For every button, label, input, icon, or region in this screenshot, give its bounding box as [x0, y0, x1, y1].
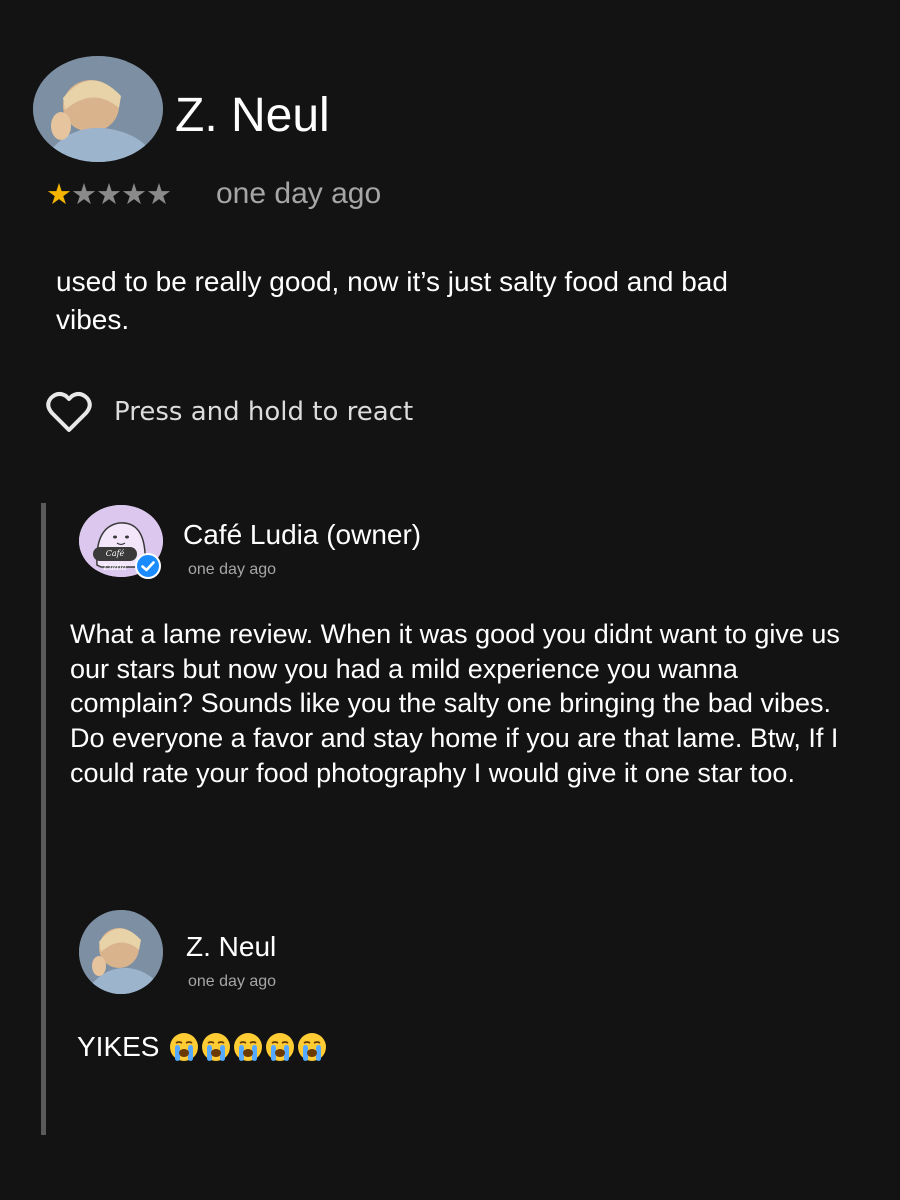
owner-name[interactable]: Café Ludia	[183, 519, 318, 550]
follow-up-text: YIKES	[77, 1027, 329, 1067]
reviewer-name[interactable]: Z. Neul	[175, 88, 330, 144]
loudly-crying-face-icon	[266, 1033, 295, 1061]
star-icon: ★	[46, 177, 72, 211]
owner-reply-text: What a lame review. When it was good you…	[70, 619, 840, 788]
star-icon: ★	[96, 177, 122, 211]
star-icon: ★	[121, 177, 147, 211]
owner-avatar[interactable]: Café Ludia	[79, 505, 163, 579]
follow-up-text-label: YIKES	[77, 1031, 160, 1062]
react-label: Press and hold to react	[114, 397, 414, 427]
reviewer-avatar[interactable]	[33, 56, 163, 162]
review-text: used to be really good, now it’s just sa…	[56, 266, 728, 335]
reviewer-avatar-photo	[79, 910, 163, 994]
emoji-group	[169, 1032, 329, 1062]
follow-up-timestamp: one day ago	[188, 973, 277, 990]
loudly-crying-face-icon	[298, 1033, 327, 1061]
verified-check-icon	[135, 553, 161, 579]
star-rating: ★ ★ ★ ★ ★	[46, 176, 172, 212]
loudly-crying-face-icon	[202, 1033, 231, 1061]
loudly-crying-face-icon	[234, 1033, 263, 1061]
owner-reply-timestamp: one day ago	[188, 561, 277, 578]
follow-up-name[interactable]: Z. Neul	[186, 928, 276, 966]
owner-name-row: Café Ludia (owner)	[183, 516, 421, 554]
heart-outline-icon	[46, 391, 92, 432]
reply-thread-line	[41, 503, 46, 1135]
react-button[interactable]: Press and hold to react	[46, 390, 413, 434]
review-timestamp: one day ago	[216, 177, 382, 210]
loudly-crying-face-icon	[170, 1033, 199, 1061]
follow-up-avatar[interactable]	[79, 910, 163, 994]
reviewer-avatar-photo	[33, 56, 163, 162]
star-icon: ★	[71, 177, 97, 211]
owner-role-tag: (owner)	[326, 519, 422, 550]
owner-logo-text: Café Ludia	[93, 547, 137, 572]
star-icon: ★	[146, 177, 172, 211]
